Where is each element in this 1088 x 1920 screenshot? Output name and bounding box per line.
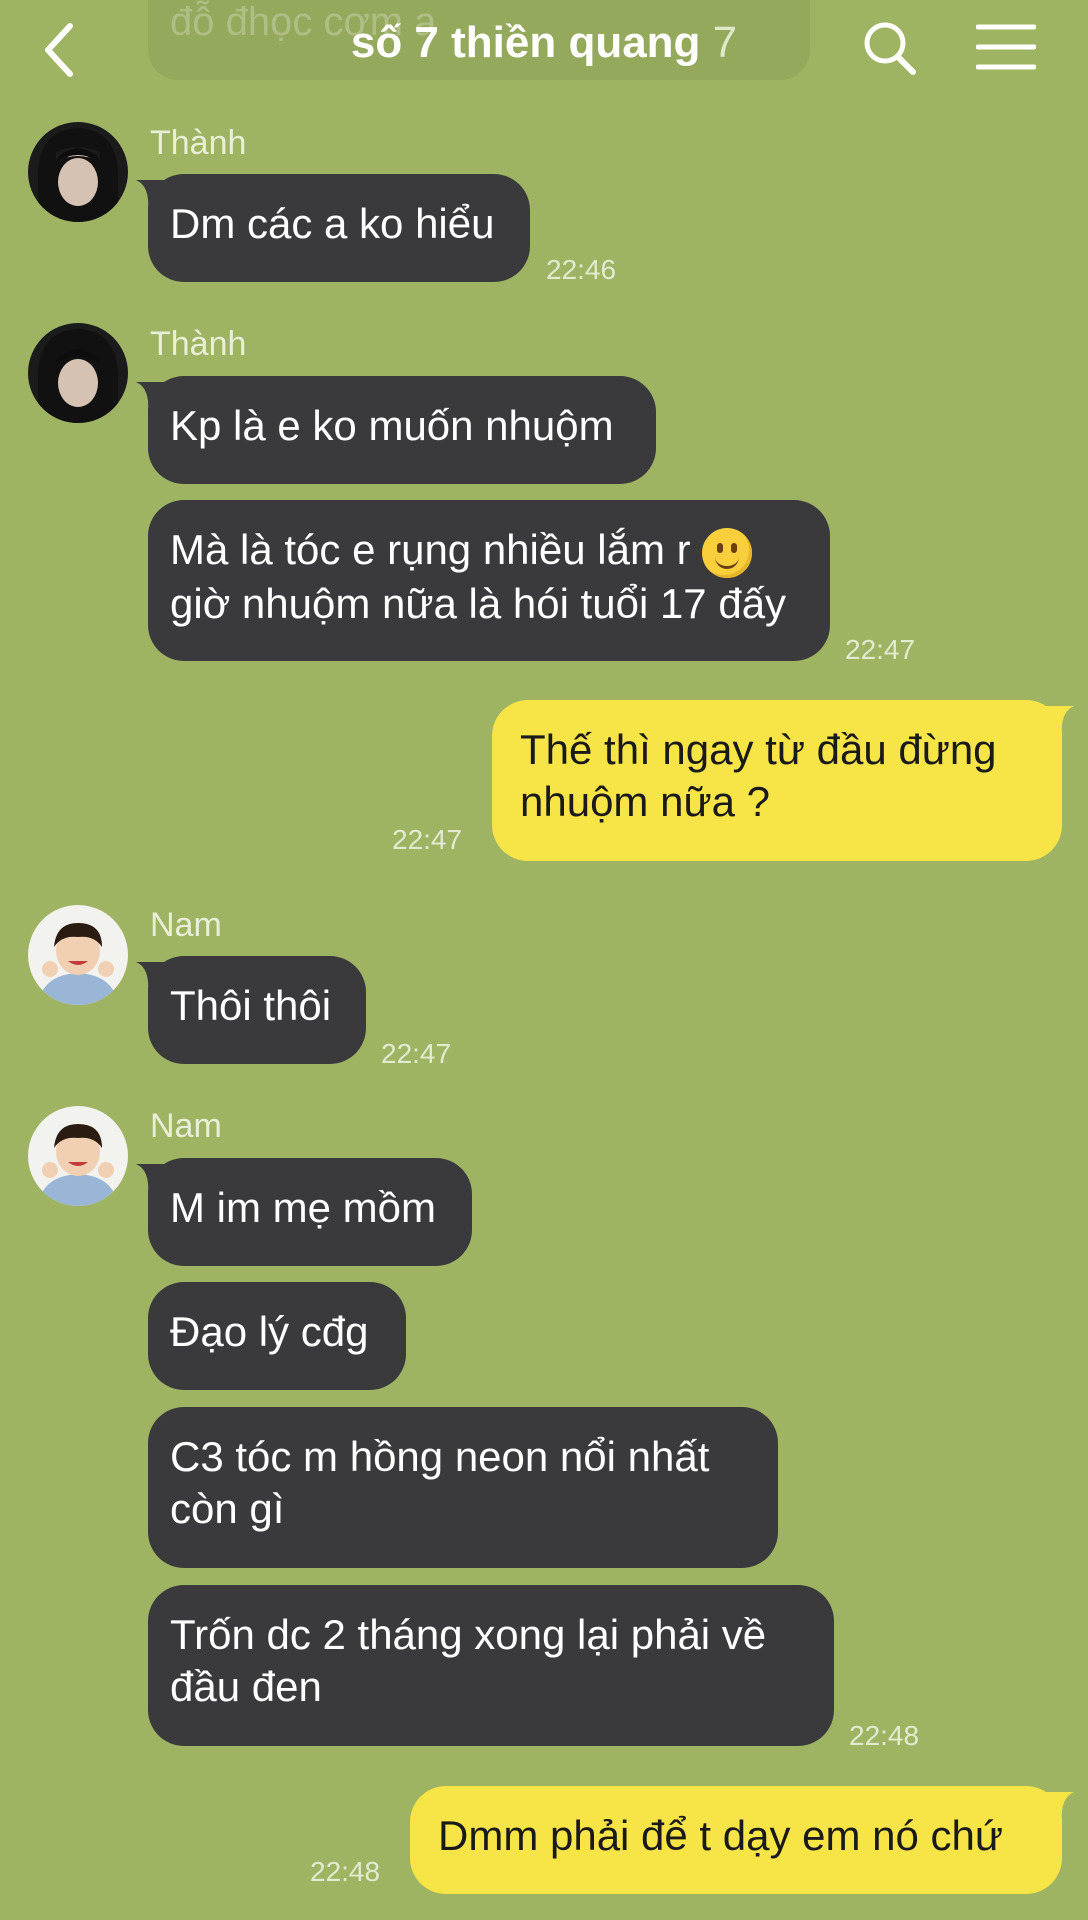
message-text-line: Mà là tóc e rụng nhiều lắm r — [170, 524, 808, 578]
sender-name: Thành — [150, 124, 247, 162]
chat-header: đỗ đhọc cơm a số 7 thiền quang 7 — [0, 0, 1088, 100]
avatar-thanh[interactable] — [28, 323, 128, 423]
chat-title: số 7 thiền quang 7 — [0, 18, 1088, 68]
message-text: Dm các a ko hiểu — [170, 200, 495, 247]
message-bubble-outgoing[interactable]: Dmm phải để t dạy em nó chứ — [410, 1786, 1074, 1894]
message-time: 22:47 — [845, 634, 916, 665]
message-text: Kp là e ko muốn nhuộm — [170, 402, 614, 449]
message-bubble[interactable]: M im mẹ mồm — [136, 1158, 472, 1266]
message-text-line: C3 tóc m hồng neon nổi nhất — [170, 1433, 710, 1480]
message-bubble[interactable]: Đạo lý cđg — [148, 1282, 406, 1390]
avatar-nam[interactable] — [28, 1106, 128, 1206]
message-text: Đạo lý cđg — [170, 1308, 369, 1355]
message-time: 22:46 — [546, 254, 617, 285]
message-bubble[interactable]: Trốn dc 2 tháng xong lại phải về đầu đen — [148, 1585, 834, 1746]
search-icon[interactable] — [862, 18, 918, 78]
sender-name: Nam — [150, 1107, 222, 1145]
message-text-line: nhuộm nữa ? — [520, 778, 770, 825]
message-time: 22:47 — [381, 1038, 452, 1069]
message-text-line: Thế thì ngay từ đầu đừng — [520, 726, 997, 773]
message-text-line: giờ nhuộm nữa là hói tuổi 17 đấy — [170, 579, 787, 627]
message-text: Thôi thôi — [170, 982, 332, 1029]
message-time: 22:48 — [310, 1856, 381, 1887]
message-text: M im mẹ mồm — [170, 1184, 436, 1231]
sender-name: Thành — [150, 325, 247, 363]
message-time: 22:47 — [392, 824, 463, 855]
avatar-nam[interactable] — [28, 905, 128, 1005]
message-bubble[interactable]: Mà là tóc e rụng nhiều lắm r giờ nhuộm n… — [148, 500, 830, 661]
message-time: 22:48 — [849, 1720, 920, 1751]
message-bubble[interactable]: C3 tóc m hồng neon nổi nhất còn gì — [148, 1407, 778, 1568]
menu-icon[interactable] — [975, 22, 1037, 72]
chat-title-text: số 7 thiền quang — [350, 18, 701, 67]
avatar-thanh[interactable] — [28, 122, 128, 222]
message-text: Dmm phải để t dạy em nó chứ — [438, 1812, 1004, 1859]
message-text-line: Trốn dc 2 tháng xong lại phải về — [170, 1611, 767, 1658]
message-bubble[interactable]: Thôi thôi — [136, 956, 366, 1064]
sender-name: Nam — [150, 906, 222, 944]
message-text-line: đầu đen — [170, 1663, 322, 1710]
message-bubble[interactable]: Kp là e ko muốn nhuộm — [136, 376, 656, 484]
member-count: 7 — [712, 18, 738, 67]
message-bubble-outgoing[interactable]: Thế thì ngay từ đầu đừng nhuộm nữa ? — [492, 700, 1074, 861]
message-text-line: còn gì — [170, 1485, 285, 1532]
message-bubble[interactable]: Dm các a ko hiểu — [136, 174, 530, 282]
smile-emoji-icon — [702, 527, 753, 578]
